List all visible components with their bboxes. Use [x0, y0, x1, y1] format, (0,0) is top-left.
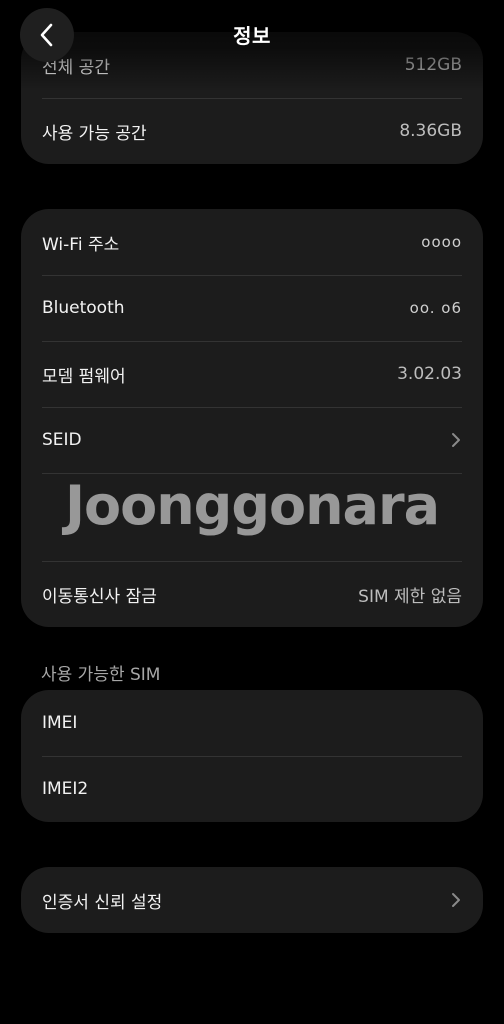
modem-firmware-value: 3.02.03 [397, 364, 462, 384]
bluetooth-row[interactable]: Bluetooth oo. o6 [21, 275, 483, 341]
carrier-lock-label: 이동통신사 잠금 [42, 586, 157, 607]
obscured-row[interactable] [21, 473, 483, 561]
carrier-lock-value: SIM 제한 없음 [358, 586, 462, 607]
imei-row[interactable]: IMEI [21, 690, 483, 756]
carrier-lock-row[interactable]: 이동통신사 잠금 SIM 제한 없음 [21, 561, 483, 627]
navigation-header: 정보 [0, 0, 504, 72]
certificate-trust-label: 인증서 신뢰 설정 [42, 892, 163, 913]
storage-available-row[interactable]: 사용 가능 공간 8.36GB [21, 98, 483, 164]
imei-label: IMEI [42, 713, 78, 733]
certificate-trust-row[interactable]: 인증서 신뢰 설정 [21, 867, 483, 933]
seid-row[interactable]: SEID [21, 407, 483, 473]
wifi-address-row[interactable]: Wi-Fi 주소 oooo [21, 209, 483, 275]
settings-about-screen: 정보 전체 공간 512GB 사용 가능 공간 8.36GB Wi-Fi 주소 … [0, 0, 504, 1024]
imei2-row[interactable]: IMEI2 [21, 756, 483, 822]
imei2-label: IMEI2 [42, 779, 89, 799]
chevron-right-icon [450, 891, 462, 909]
page-title: 정보 [233, 24, 271, 48]
bluetooth-value: oo. o6 [409, 299, 462, 317]
modem-firmware-row[interactable]: 모뎀 펌웨어 3.02.03 [21, 341, 483, 407]
sim-card: IMEI IMEI2 [21, 690, 483, 822]
wifi-address-value: oooo [421, 233, 462, 251]
bluetooth-label: Bluetooth [42, 298, 125, 318]
chevron-right-icon [450, 431, 462, 449]
modem-firmware-label: 모뎀 펌웨어 [42, 366, 126, 387]
storage-available-value: 8.36GB [399, 121, 462, 141]
wifi-address-label: Wi-Fi 주소 [42, 234, 120, 255]
storage-available-label: 사용 가능 공간 [42, 123, 147, 144]
network-card: Wi-Fi 주소 oooo Bluetooth oo. o6 모뎀 펌웨어 3.… [21, 209, 483, 627]
seid-label: SEID [42, 430, 82, 450]
available-sim-section-title: 사용 가능한 SIM [41, 665, 161, 685]
certificate-card: 인증서 신뢰 설정 [21, 867, 483, 933]
